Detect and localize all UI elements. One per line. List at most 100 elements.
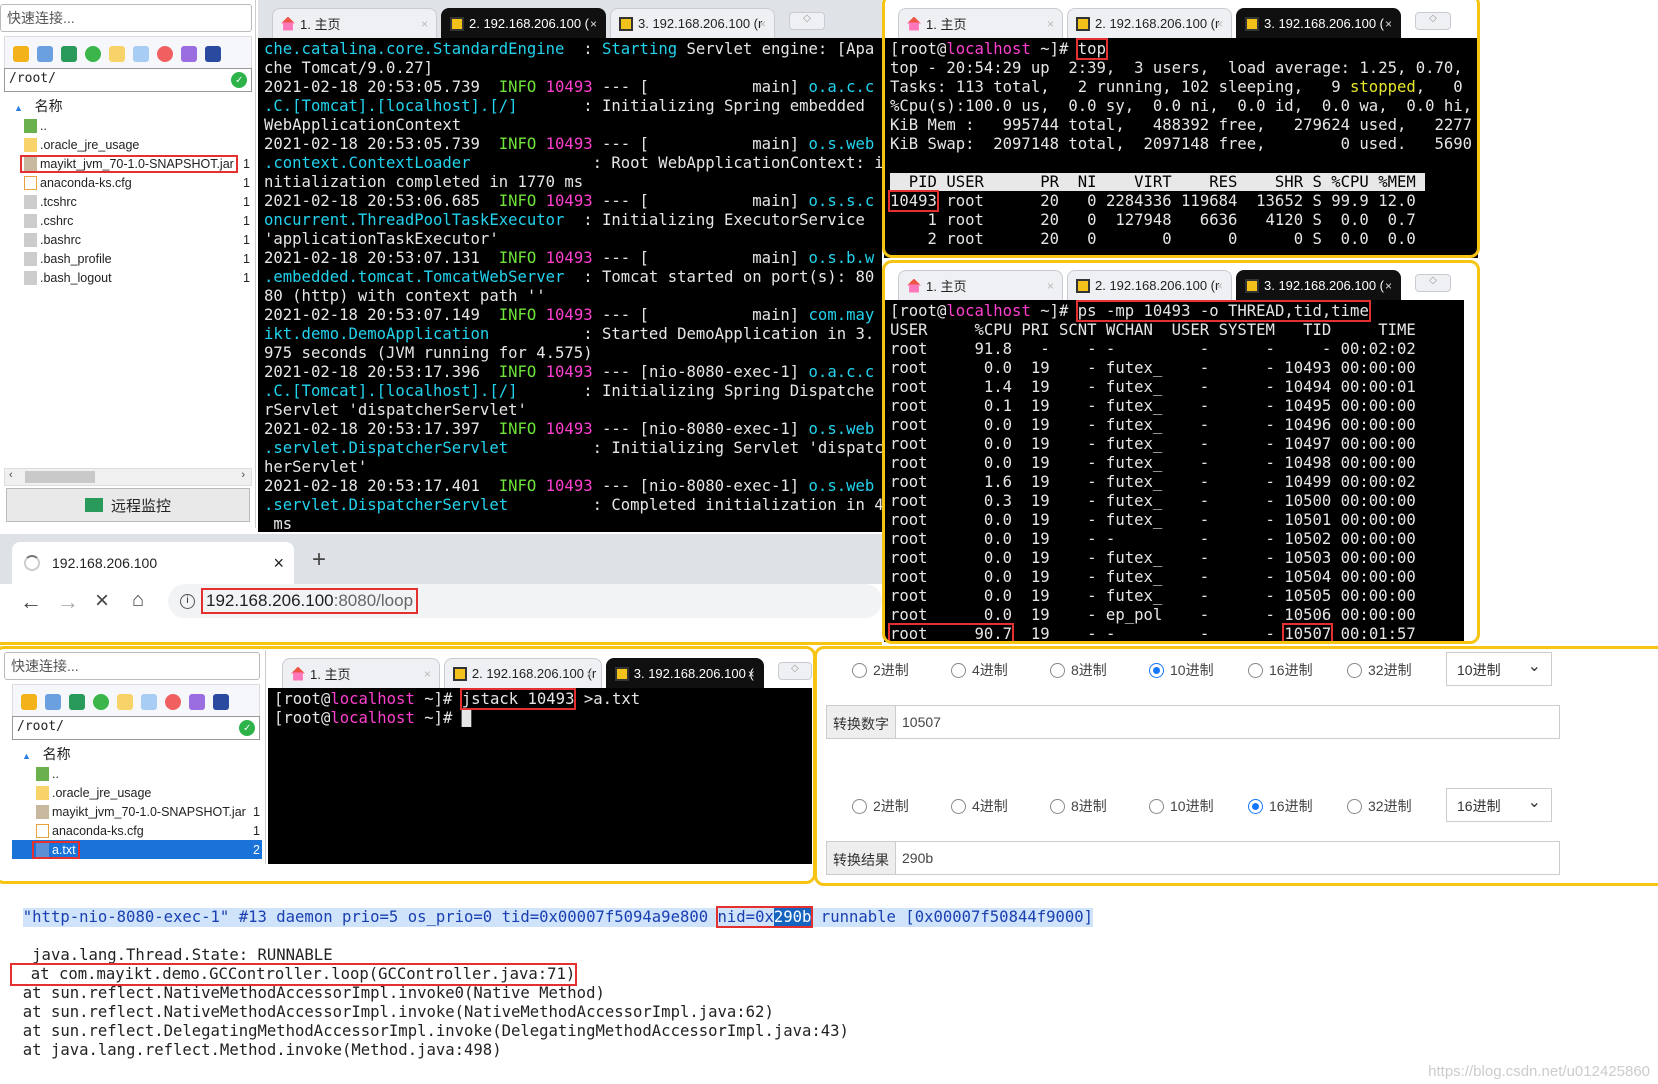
session-tab[interactable]: 3. 192.168.206.100 (r ×: [610, 8, 775, 38]
stop-icon[interactable]: ×: [95, 587, 109, 615]
file-row[interactable]: a.txt 2: [12, 840, 262, 859]
browser-tab[interactable]: 192.168.206.100 ×: [12, 542, 294, 584]
session-tab[interactable]: 2. 192.168.206.100 (×: [441, 8, 606, 38]
upload-icon[interactable]: [69, 694, 85, 710]
radio-button[interactable]: [1347, 798, 1362, 814]
output-result-field[interactable]: 转换结果 290b: [826, 841, 1560, 875]
new-tab-button[interactable]: ◇: [789, 12, 825, 30]
home-icon[interactable]: ⌂: [132, 589, 144, 612]
address-bar[interactable]: i 192.168.206.100:8080/loop: [168, 584, 882, 618]
terminal-output[interactable]: che.catalina.core.StandardEngine : Start…: [258, 38, 882, 532]
close-tab-icon[interactable]: ×: [1385, 17, 1392, 31]
quick-connect-input[interactable]: 快速连接...: [4, 652, 260, 680]
file-row[interactable]: .oracle_jre_usage: [0, 135, 252, 154]
refresh-icon[interactable]: [93, 694, 109, 710]
new-folder-icon[interactable]: [109, 46, 125, 62]
base-radio[interactable]: 32进制: [1347, 660, 1412, 680]
base-radio[interactable]: 16进制: [1248, 796, 1313, 816]
refresh-icon[interactable]: [85, 46, 101, 62]
close-tab-icon[interactable]: ×: [759, 17, 766, 31]
rename-icon[interactable]: [181, 46, 197, 62]
radio-button[interactable]: [1248, 798, 1263, 814]
column-header-name[interactable]: ▲ 名称: [14, 96, 63, 116]
radio-button[interactable]: [951, 662, 966, 678]
new-folder-icon[interactable]: [117, 694, 133, 710]
radio-button[interactable]: [1050, 662, 1065, 678]
close-tab-icon[interactable]: ×: [748, 667, 755, 681]
input-number-value[interactable]: 10507: [896, 706, 947, 738]
input-number-field[interactable]: 转换数字 10507: [826, 705, 1560, 739]
file-row[interactable]: mayikt_jvm_70-1.0-SNAPSHOT.jar 1: [0, 154, 252, 173]
base-radio[interactable]: 2进制: [852, 796, 909, 816]
base-radio[interactable]: 16进制: [1248, 660, 1313, 680]
download-icon[interactable]: [37, 46, 53, 62]
base-radio[interactable]: 10进制: [1149, 660, 1214, 680]
radio-button[interactable]: [852, 798, 867, 814]
session-tab[interactable]: 3. 192.168.206.100 (×: [1236, 8, 1401, 38]
session-tab[interactable]: 1. 主页 ×: [282, 658, 440, 688]
session-tab[interactable]: 1. 主页 ×: [898, 270, 1063, 300]
close-tab-icon[interactable]: ×: [1385, 279, 1392, 293]
close-tab-icon[interactable]: ×: [1216, 17, 1223, 31]
scroll-left-icon[interactable]: ‹: [9, 469, 13, 481]
session-tab[interactable]: 3. 192.168.206.100 (×: [1236, 270, 1401, 300]
back-icon[interactable]: ←: [20, 589, 42, 615]
file-row[interactable]: mayikt_jvm_70-1.0-SNAPSHOT.jar 1: [12, 802, 262, 821]
base-radio[interactable]: 8进制: [1050, 796, 1107, 816]
file-row[interactable]: .bash_logout 1: [0, 268, 252, 287]
radio-button[interactable]: [1248, 662, 1263, 678]
folder-icon[interactable]: [13, 46, 29, 62]
file-row[interactable]: .bash_profile 1: [0, 249, 252, 268]
terminal-output[interactable]: [root@localhost ~]# jstack 10493 >a.txt[…: [268, 688, 812, 864]
forward-icon[interactable]: →: [57, 589, 79, 615]
session-tab[interactable]: 2. 192.168.206.100 (r ×: [1067, 270, 1232, 300]
close-tab-icon[interactable]: ×: [590, 17, 597, 31]
properties-icon[interactable]: [213, 694, 229, 710]
scroll-right-icon[interactable]: ›: [241, 469, 245, 481]
close-tab-icon[interactable]: ×: [273, 553, 284, 574]
base-radio[interactable]: 2进制: [852, 660, 909, 680]
radio-button[interactable]: [1149, 662, 1164, 678]
session-tab[interactable]: 1. 主页 ×: [898, 8, 1063, 38]
output-base-select[interactable]: 16进制: [1446, 788, 1552, 822]
file-row[interactable]: .tcshrc 1: [0, 192, 252, 211]
close-tab-icon[interactable]: ×: [424, 667, 431, 681]
horizontal-scrollbar[interactable]: ‹ ›: [4, 468, 252, 486]
session-tab[interactable]: 2. 192.168.206.100 (r ×: [1067, 8, 1232, 38]
file-row[interactable]: .cshrc 1: [0, 211, 252, 230]
scroll-thumb[interactable]: [25, 471, 95, 483]
terminal-output[interactable]: [root@localhost ~]# ps -mp 10493 -o THRE…: [884, 300, 1464, 642]
input-base-select[interactable]: 10进制: [1446, 652, 1552, 686]
file-row[interactable]: .bashrc 1: [0, 230, 252, 249]
output-result-value[interactable]: 290b: [896, 842, 939, 874]
properties-icon[interactable]: [205, 46, 221, 62]
radio-button[interactable]: [1149, 798, 1164, 814]
delete-icon[interactable]: [165, 694, 181, 710]
upload-icon[interactable]: [61, 46, 77, 62]
remote-monitor-button[interactable]: 远程监控: [6, 488, 250, 522]
rename-icon[interactable]: [189, 694, 205, 710]
folder-icon[interactable]: [21, 694, 37, 710]
radio-button[interactable]: [951, 798, 966, 814]
new-tab-button[interactable]: ◇: [1415, 274, 1451, 292]
base-radio[interactable]: 8进制: [1050, 660, 1107, 680]
path-input[interactable]: /root/ ✓: [4, 68, 252, 92]
base-radio[interactable]: 4进制: [951, 660, 1008, 680]
session-tab[interactable]: 1. 主页 ×: [272, 8, 437, 38]
new-file-icon[interactable]: [133, 46, 149, 62]
column-header-name[interactable]: ▲ 名称: [22, 744, 71, 764]
file-row[interactable]: anaconda-ks.cfg 1: [0, 173, 252, 192]
close-tab-icon[interactable]: ×: [1047, 279, 1054, 293]
path-input[interactable]: /root/ ✓: [12, 716, 260, 740]
session-tab[interactable]: 2. 192.168.206.100 (r ×: [443, 658, 602, 688]
close-tab-icon[interactable]: ×: [586, 667, 593, 681]
close-tab-icon[interactable]: ×: [421, 17, 428, 31]
new-tab-button[interactable]: ◇: [1415, 12, 1451, 30]
new-file-icon[interactable]: [141, 694, 157, 710]
close-tab-icon[interactable]: ×: [1216, 279, 1223, 293]
file-row[interactable]: ..: [0, 116, 252, 135]
delete-icon[interactable]: [157, 46, 173, 62]
base-radio[interactable]: 4进制: [951, 796, 1008, 816]
file-row[interactable]: anaconda-ks.cfg 1: [12, 821, 262, 840]
radio-button[interactable]: [852, 662, 867, 678]
